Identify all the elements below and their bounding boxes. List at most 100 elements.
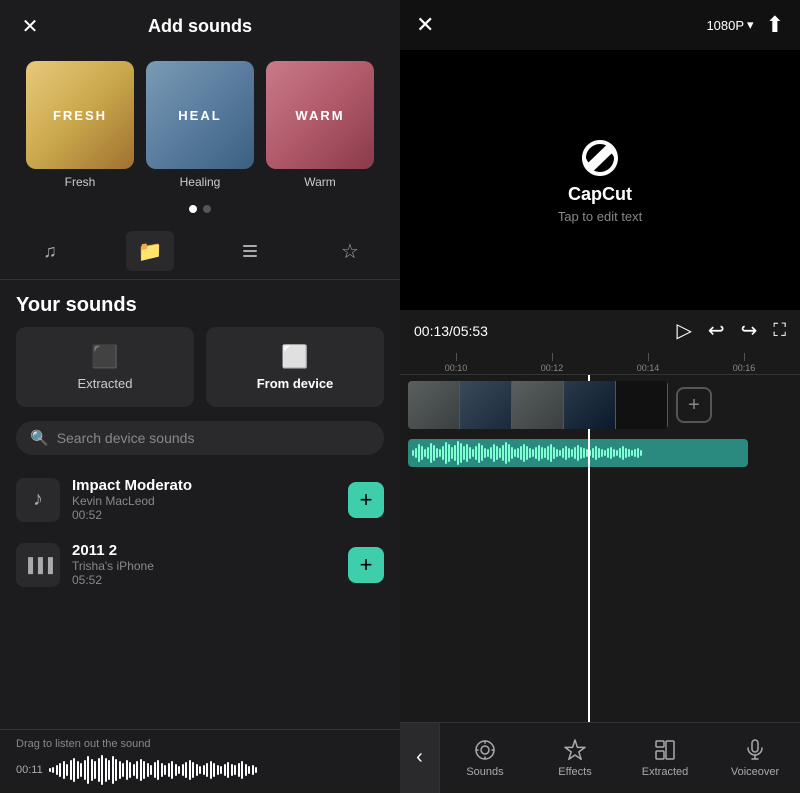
bottom-nav: ‹ Sounds Effects <box>400 722 800 792</box>
audio-track <box>400 435 800 471</box>
sound-name-1: Impact Moderato <box>72 477 336 494</box>
sound-cards-row: FRESH Fresh HEAL Healing WARM Warm <box>0 53 400 201</box>
effects-icon <box>563 738 587 762</box>
audio-wave-track[interactable] <box>408 439 748 467</box>
sound-thumb-2: ▐▐▐ <box>16 543 60 587</box>
extracted-card[interactable]: ⬛ Extracted <box>16 327 194 407</box>
ruler-mark-3: 00:16 <box>696 353 792 373</box>
sounds-icon <box>473 738 497 762</box>
warm-label-overlay: WARM <box>295 108 344 123</box>
sound-artist-2: Trisha's iPhone <box>72 559 336 573</box>
nav-item-effects[interactable]: Effects <box>530 730 620 786</box>
healing-card-bg: HEAL <box>146 61 254 169</box>
tab-list[interactable] <box>226 231 274 271</box>
healing-label-overlay: HEAL <box>178 108 221 123</box>
sound-list: ♪ Impact Moderato Kevin MacLeod 00:52 + … <box>0 467 400 729</box>
sound-info-2: 2011 2 Trisha's iPhone 05:52 <box>72 542 336 587</box>
extracted-icon <box>653 738 677 762</box>
tab-star[interactable]: ☆ <box>326 231 374 271</box>
left-header: ✕ Add sounds <box>0 0 400 53</box>
ruler-label-2: 00:14 <box>637 363 660 373</box>
fullscreen-button[interactable]: ⛶ <box>773 320 786 341</box>
tab-row: ♫ 📁 ☆ <box>0 223 400 280</box>
sound-card-warm[interactable]: WARM <box>266 61 374 169</box>
right-controls: 1080P ▾ ⬆ <box>706 12 784 38</box>
search-input[interactable]: Search device sounds <box>57 430 195 446</box>
video-frame-2 <box>460 381 512 429</box>
capcut-subtitle: Tap to edit text <box>558 209 643 224</box>
ruler-label-0: 00:10 <box>445 363 468 373</box>
video-track: + <box>400 375 800 435</box>
waveform-bar[interactable]: 00:11 <box>16 754 384 786</box>
right-panel: ✕ 1080P ▾ ⬆ CapCut Tap to edit text 00:1… <box>400 0 800 792</box>
extracted-icon: ⬛ <box>91 344 118 370</box>
device-icon: ⬜ <box>281 344 308 370</box>
timeline-ruler: 00:10 00:12 00:14 00:16 <box>400 351 800 375</box>
bars-icon: ▐▐▐ <box>23 557 53 573</box>
undo-button[interactable]: ↩ <box>708 318 725 343</box>
left-panel: ✕ Add sounds FRESH Fresh HEAL Healing <box>0 0 400 792</box>
warm-card-bg: WARM <box>266 61 374 169</box>
nav-item-extracted[interactable]: Extracted <box>620 730 710 786</box>
sound-card-fresh-wrapper: FRESH Fresh <box>26 61 134 189</box>
from-device-label: From device <box>257 376 334 391</box>
sound-item-2011-2[interactable]: ▐▐▐ 2011 2 Trisha's iPhone 05:52 + <box>16 532 384 597</box>
sound-artist-1: Kevin MacLeod <box>72 494 336 508</box>
add-track-button[interactable]: + <box>676 387 712 423</box>
sound-duration-2: 05:52 <box>72 573 336 587</box>
video-strip[interactable] <box>408 381 668 429</box>
preview-area[interactable]: CapCut Tap to edit text <box>400 50 800 310</box>
healing-label: Healing <box>180 175 221 189</box>
close-button[interactable]: ✕ <box>16 13 44 41</box>
waveform-area: Drag to listen out the sound 00:11 <box>0 729 400 792</box>
dot-2 <box>203 205 211 213</box>
sound-info-1: Impact Moderato Kevin MacLeod 00:52 <box>72 477 336 522</box>
sound-duration-1: 00:52 <box>72 508 336 522</box>
voiceover-icon <box>743 738 767 762</box>
search-bar[interactable]: 🔍 Search device sounds <box>16 421 384 455</box>
timeline-controls: 00:13/05:53 ▷ ↩ ↪ ⛶ <box>400 310 800 351</box>
fresh-card-bg: FRESH <box>26 61 134 169</box>
your-sounds-title: Your sounds <box>0 280 400 327</box>
ruler-tick-0 <box>456 353 457 361</box>
sound-item-impact-moderato[interactable]: ♪ Impact Moderato Kevin MacLeod 00:52 + <box>16 467 384 532</box>
dot-1 <box>189 205 197 213</box>
nav-item-sounds[interactable]: Sounds <box>440 730 530 786</box>
sound-card-fresh[interactable]: FRESH <box>26 61 134 169</box>
folder-icon: 📁 <box>138 239 163 264</box>
nav-item-voiceover[interactable]: Voiceover <box>710 730 800 786</box>
video-frame-1 <box>408 381 460 429</box>
extracted-label: Extracted <box>642 766 688 778</box>
ruler-label-3: 00:16 <box>733 363 756 373</box>
page-title: Add sounds <box>148 16 252 37</box>
sound-name-2: 2011 2 <box>72 542 336 559</box>
right-close-button[interactable]: ✕ <box>416 12 434 38</box>
play-button[interactable]: ▷ <box>676 318 691 343</box>
resolution-arrow-icon: ▾ <box>747 17 754 33</box>
add-button-2[interactable]: + <box>348 547 384 583</box>
sound-card-healing[interactable]: HEAL <box>146 61 254 169</box>
from-device-card[interactable]: ⬜ From device <box>206 327 384 407</box>
redo-button[interactable]: ↪ <box>741 318 758 343</box>
ruler-label-1: 00:12 <box>541 363 564 373</box>
pagination-dots <box>0 201 400 223</box>
tab-folder[interactable]: 📁 <box>126 231 174 271</box>
list-icon <box>243 245 257 257</box>
add-button-1[interactable]: + <box>348 482 384 518</box>
time-display: 00:13/05:53 <box>414 323 488 339</box>
extracted-label: Extracted <box>78 376 133 391</box>
ruler-tick-2 <box>648 353 649 361</box>
star-icon: ☆ <box>341 239 359 264</box>
capcut-icon <box>578 136 622 180</box>
warm-label: Warm <box>304 175 336 189</box>
nav-back-button[interactable]: ‹ <box>400 723 440 793</box>
upload-button[interactable]: ⬆ <box>766 12 784 38</box>
tab-tiktok[interactable]: ♫ <box>26 231 74 271</box>
your-sounds-cards: ⬛ Extracted ⬜ From device <box>0 327 400 421</box>
sound-card-warm-wrapper: WARM Warm <box>266 61 374 189</box>
right-header: ✕ 1080P ▾ ⬆ <box>400 0 800 50</box>
resolution-button[interactable]: 1080P ▾ <box>706 17 753 33</box>
ruler-tick-3 <box>744 353 745 361</box>
ruler-mark-1: 00:12 <box>504 353 600 373</box>
close-icon: ✕ <box>22 14 39 39</box>
